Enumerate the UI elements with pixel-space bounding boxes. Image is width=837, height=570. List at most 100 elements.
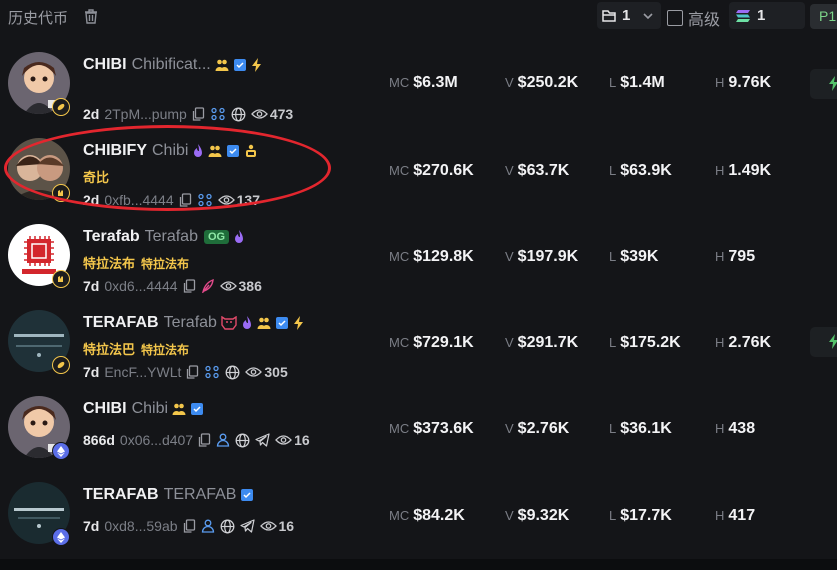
holders-grid-icon[interactable] bbox=[204, 365, 220, 379]
view-count: 16 bbox=[294, 432, 310, 448]
contract-address: 0x06...d407 bbox=[119, 432, 194, 448]
chain-count-selector[interactable]: 1 bbox=[729, 2, 805, 29]
holders-value: 9.76K bbox=[728, 74, 772, 91]
holders-value: 795 bbox=[728, 248, 756, 265]
quick-buy-button[interactable] bbox=[810, 327, 837, 357]
verified-chat-icon bbox=[233, 58, 247, 72]
advanced-checkbox[interactable] bbox=[667, 10, 683, 26]
ethereum-badge-icon bbox=[52, 442, 70, 460]
market-cap-value: $270.6K bbox=[413, 162, 474, 179]
holders-icon bbox=[172, 402, 186, 416]
token-age: 7d bbox=[83, 518, 100, 534]
mask-icon bbox=[221, 316, 237, 330]
market-cap-value: $373.6K bbox=[413, 420, 474, 437]
token-row[interactable]: TERAFAB TERAFAB 7d 0xd8...59ab 16 MC $84.… bbox=[0, 470, 837, 556]
pump-badge-icon bbox=[52, 270, 70, 288]
liquidity: L $17.7K bbox=[609, 507, 672, 524]
telegram-icon[interactable] bbox=[239, 519, 255, 533]
verified-chat-icon bbox=[226, 144, 240, 158]
market-cap: MC $84.2K bbox=[389, 507, 465, 524]
token-row[interactable]: CHIBIFY Chibi 奇比 2d 0xfb...4444 137 MC $2… bbox=[0, 126, 837, 212]
holders-grid-icon[interactable] bbox=[210, 107, 226, 121]
token-cn-name: 特拉法布 bbox=[141, 257, 190, 271]
holders: H 9.76K bbox=[715, 74, 772, 91]
token-cn-name: 特拉法布 bbox=[141, 343, 190, 357]
token-row[interactable]: CHIBI Chibificat... 2d 2TpM...pump 473 M… bbox=[0, 40, 837, 126]
token-row[interactable]: Terafab Terafab OG 特拉法布 特拉法布 7d 0xd6...44… bbox=[0, 212, 837, 298]
chef-icon bbox=[244, 144, 258, 158]
chain-count: 1 bbox=[757, 7, 766, 24]
advanced-toggle[interactable]: 高级 bbox=[667, 6, 720, 30]
holders: H 1.49K bbox=[715, 162, 772, 179]
flame-icon bbox=[233, 230, 245, 244]
verified-chat-icon bbox=[275, 316, 289, 330]
verified-chat-icon bbox=[190, 402, 204, 416]
globe-icon[interactable] bbox=[231, 107, 246, 122]
volume-value: $63.7K bbox=[517, 162, 570, 179]
copy-icon[interactable] bbox=[198, 433, 211, 447]
og-badge: OG bbox=[203, 230, 230, 244]
liquidity: L $39K bbox=[609, 248, 659, 265]
page-title: 历史代币 bbox=[8, 10, 69, 27]
view-count: 137 bbox=[236, 192, 260, 208]
token-age: 7d bbox=[83, 364, 100, 380]
contract-address: EncF...YWLt bbox=[104, 364, 182, 380]
copy-icon[interactable] bbox=[183, 279, 196, 293]
copy-icon[interactable] bbox=[186, 365, 199, 379]
globe-icon[interactable] bbox=[225, 365, 240, 380]
user-icon[interactable] bbox=[216, 433, 230, 447]
token-avatar bbox=[8, 138, 72, 202]
token-row[interactable]: TERAFAB Terafab 特拉法巴 特拉法布 7d EncF...YWLt … bbox=[0, 298, 837, 384]
liquidity-value: $175.2K bbox=[620, 334, 681, 351]
market-cap: MC $129.8K bbox=[389, 248, 474, 265]
eye-icon bbox=[250, 108, 268, 120]
quick-buy-button[interactable] bbox=[810, 69, 837, 99]
trash-icon[interactable] bbox=[84, 9, 98, 24]
advanced-label: 高级 bbox=[688, 12, 721, 29]
volume: V $63.7K bbox=[505, 162, 570, 179]
eye-icon bbox=[245, 366, 263, 378]
view-count: 16 bbox=[278, 518, 295, 534]
pump-badge-icon bbox=[52, 98, 70, 116]
pump-badge-icon bbox=[52, 356, 70, 374]
liquidity-value: $1.4M bbox=[620, 74, 665, 91]
top-bar: 历史代币 1 高级 1 P1 bbox=[0, 0, 837, 34]
copy-icon[interactable] bbox=[179, 193, 192, 207]
lightning-icon bbox=[829, 76, 837, 91]
token-name: Terafab bbox=[144, 228, 198, 245]
eye-icon bbox=[275, 434, 292, 446]
holders-icon bbox=[215, 58, 229, 72]
volume: V $2.76K bbox=[505, 420, 570, 437]
flame-icon bbox=[192, 144, 204, 158]
contract-address: 0xd6...4444 bbox=[104, 278, 178, 294]
holders-grid-icon[interactable] bbox=[197, 193, 213, 207]
holders: H 2.76K bbox=[715, 334, 772, 351]
holders-value: 1.49K bbox=[728, 162, 772, 179]
copy-icon[interactable] bbox=[192, 107, 205, 121]
liquidity: L $175.2K bbox=[609, 334, 681, 351]
token-row[interactable]: CHIBI Chibi 866d 0x06...d407 16 MC $373.6… bbox=[0, 384, 837, 470]
market-cap-value: $84.2K bbox=[413, 507, 465, 524]
chevron-down-icon bbox=[643, 13, 653, 20]
globe-icon[interactable] bbox=[220, 519, 235, 534]
volume: V $291.7K bbox=[505, 334, 579, 351]
market-cap: MC $729.1K bbox=[389, 334, 474, 351]
lightning-icon bbox=[293, 316, 305, 330]
telegram-icon[interactable] bbox=[255, 433, 270, 447]
contract-address: 2TpM...pump bbox=[104, 106, 187, 122]
user-icon[interactable] bbox=[201, 519, 215, 533]
volume: V $9.32K bbox=[505, 507, 570, 524]
preset-p1-button[interactable]: P1 bbox=[810, 4, 837, 29]
view-count: 305 bbox=[264, 364, 288, 380]
copy-icon[interactable] bbox=[183, 519, 196, 533]
token-name: Chibificat... bbox=[131, 56, 211, 73]
contract-address: 0xfb...4444 bbox=[104, 192, 174, 208]
token-cn-names: 特拉法巴 特拉法布 bbox=[83, 339, 189, 358]
token-avatar bbox=[8, 396, 72, 460]
holders: H 795 bbox=[715, 248, 756, 265]
globe-icon[interactable] bbox=[235, 433, 250, 448]
token-age: 2d bbox=[83, 106, 100, 122]
folder-filter-select[interactable]: 1 bbox=[597, 2, 661, 29]
token-cn-name: 特拉法巴 bbox=[83, 342, 136, 357]
holders: H 417 bbox=[715, 507, 756, 524]
